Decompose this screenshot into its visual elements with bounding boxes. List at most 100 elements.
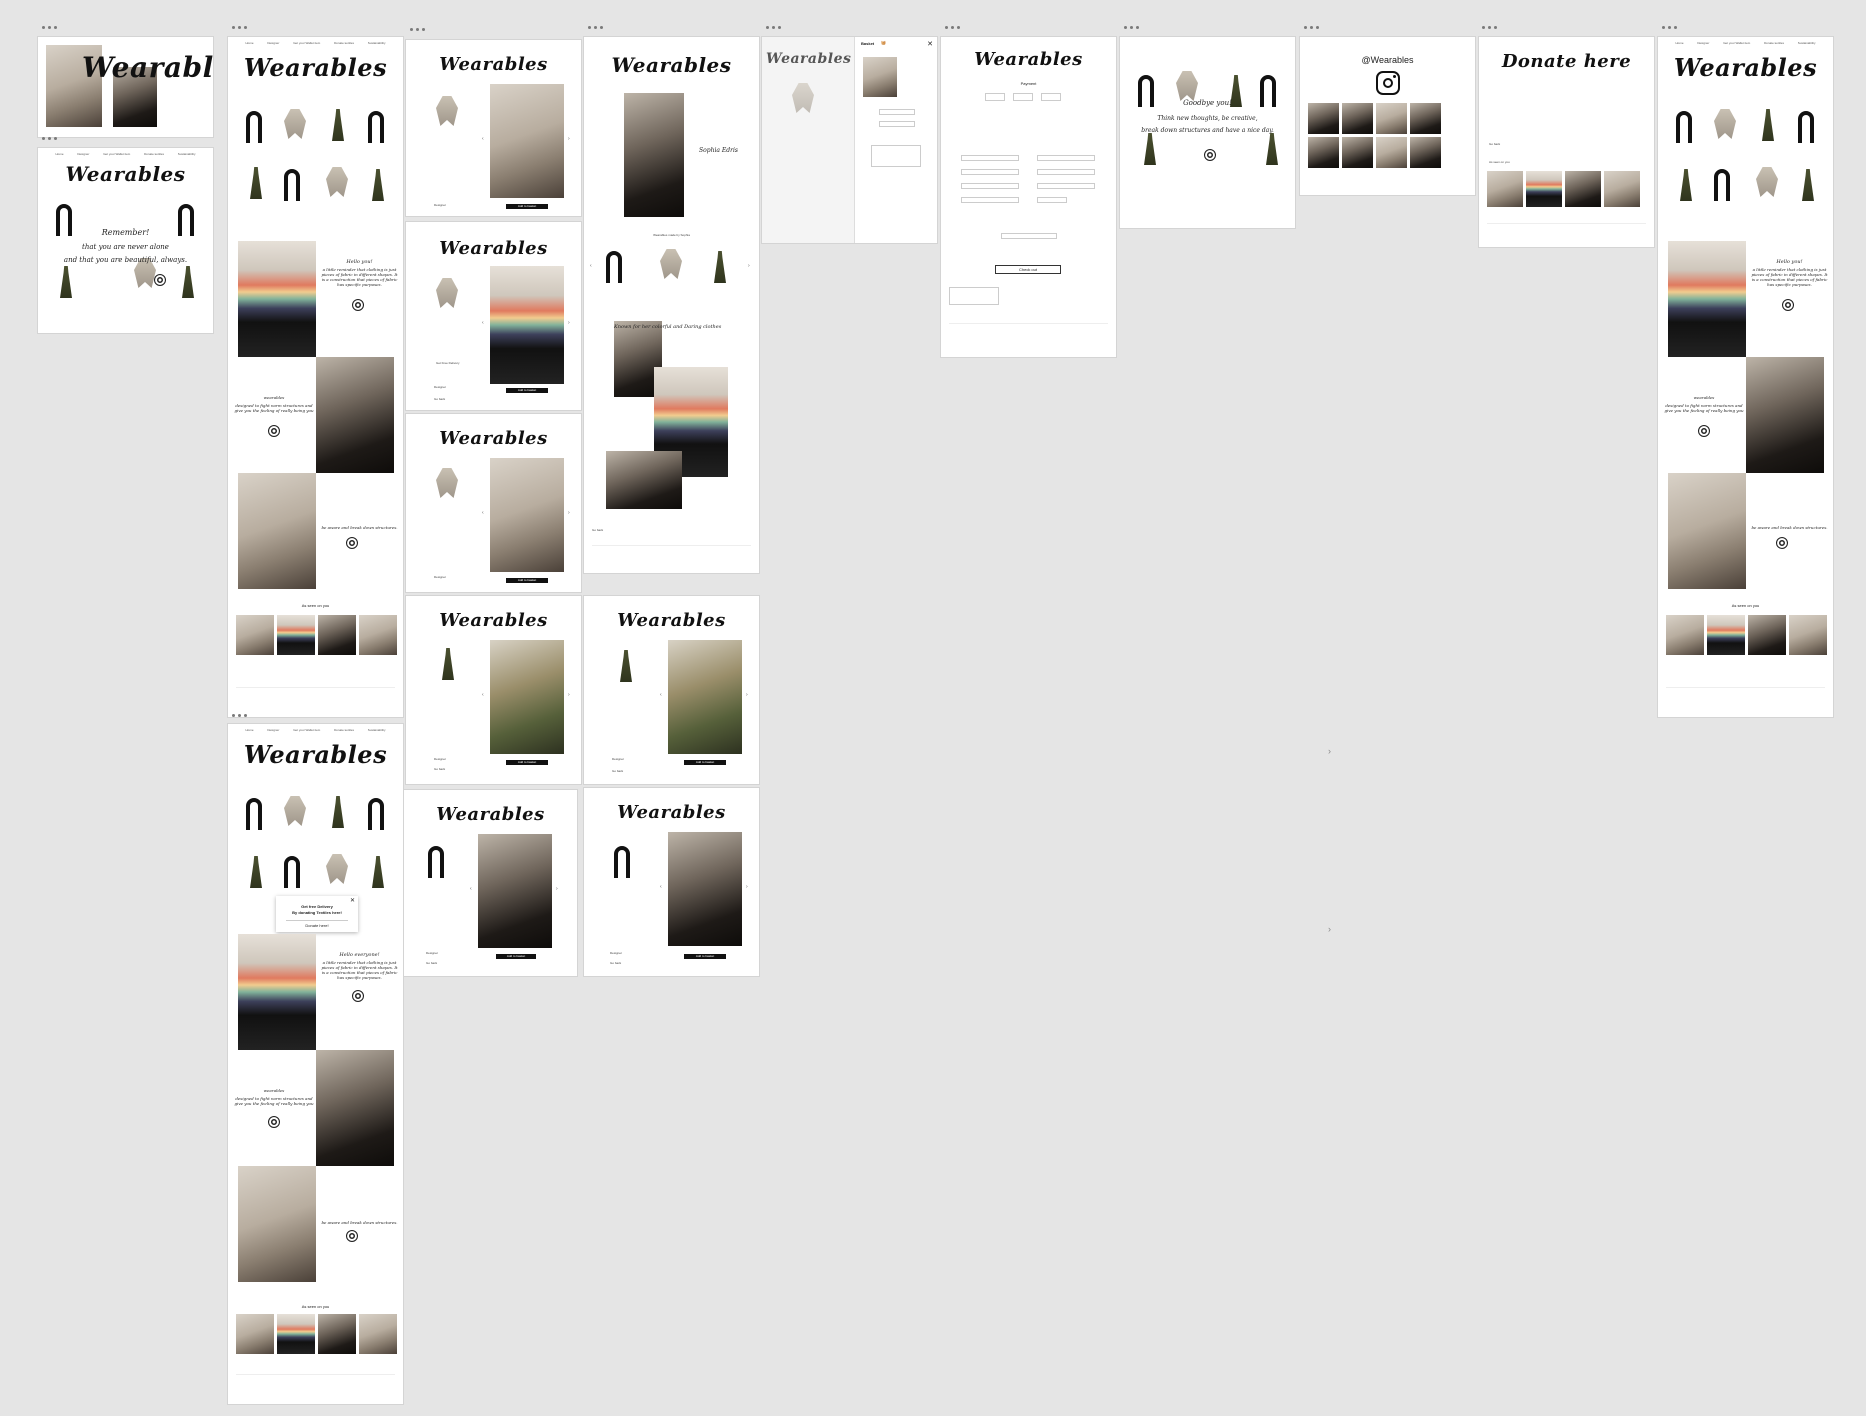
- garment-shawl[interactable]: [1714, 109, 1736, 139]
- arrow-left-icon[interactable]: ‹: [482, 320, 484, 326]
- nav-donate[interactable]: Donate textiles: [1764, 41, 1784, 45]
- seen-thumb[interactable]: [359, 615, 397, 655]
- arrow-right-icon[interactable]: ›: [746, 884, 748, 890]
- seen-thumb[interactable]: [236, 615, 274, 655]
- insta-post[interactable]: [1308, 103, 1339, 134]
- frame-product-7[interactable]: Wearables ‹ › Add to basket Designer Go …: [584, 788, 759, 976]
- nav-home[interactable]: Home: [56, 152, 64, 156]
- seen-thumb[interactable]: [277, 615, 315, 655]
- frame-home[interactable]: Home Designer Get your Wallet item Donat…: [228, 37, 403, 717]
- payment-option-swish[interactable]: [1013, 93, 1033, 101]
- insta-post[interactable]: [1342, 103, 1373, 134]
- frame-home-final[interactable]: Home Designer Get your Wallet item Donat…: [1658, 37, 1833, 717]
- product-designer-link[interactable]: Designer: [434, 575, 446, 580]
- checkout-field[interactable]: [1037, 169, 1095, 175]
- go-back-link[interactable]: Go back: [612, 769, 623, 774]
- seen-thumb[interactable]: [1487, 171, 1523, 207]
- nav-sustainability[interactable]: Sustainability: [368, 41, 386, 45]
- nav-donate[interactable]: Donate textiles: [334, 41, 354, 45]
- arrow-right-icon[interactable]: ›: [748, 263, 750, 269]
- insta-post[interactable]: [1376, 103, 1407, 134]
- basket-remove[interactable]: [879, 121, 915, 127]
- arrow-right-icon[interactable]: ›: [568, 692, 570, 698]
- checkout-field[interactable]: [1037, 155, 1095, 161]
- close-icon[interactable]: ✕: [350, 897, 355, 904]
- frame-product-5[interactable]: Wearables ‹ › Add to basket Designer Go …: [404, 790, 577, 976]
- frame-product-1[interactable]: Wearables ‹ › Add to basket Designer: [406, 40, 581, 216]
- frame-product-6[interactable]: Wearables ‹ › Add to basket Designer Go …: [584, 596, 759, 784]
- product-designer-link[interactable]: Designer: [434, 203, 446, 208]
- add-to-basket-button[interactable]: Add to basket: [496, 954, 536, 959]
- arrow-right-icon[interactable]: ›: [568, 510, 570, 516]
- garment-dress[interactable]: [372, 169, 384, 201]
- arrow-right-icon[interactable]: ›: [568, 136, 570, 142]
- go-back-link[interactable]: Go back: [592, 528, 603, 533]
- nav-home[interactable]: Home: [246, 41, 254, 45]
- add-to-basket-button[interactable]: Add to basket: [506, 388, 548, 393]
- seen-thumb[interactable]: [318, 1314, 356, 1354]
- checkout-field[interactable]: [1037, 197, 1067, 203]
- nav-designer[interactable]: Designer: [267, 41, 279, 45]
- frame-instagram[interactable]: @Wearables: [1300, 37, 1475, 195]
- seen-thumb[interactable]: [277, 1314, 315, 1354]
- insta-post[interactable]: [1410, 137, 1441, 168]
- nav-home[interactable]: Home: [246, 728, 254, 732]
- basket-quantity[interactable]: [879, 109, 915, 115]
- go-back-link[interactable]: Go back: [426, 961, 437, 966]
- payment-option-klarna[interactable]: [1041, 93, 1061, 101]
- insta-post[interactable]: [1342, 137, 1373, 168]
- checkout-button[interactable]: Check out: [995, 265, 1061, 274]
- frame-product-3[interactable]: Wearables ‹ › Add to basket Designer: [406, 414, 581, 592]
- checkout-field[interactable]: [1037, 183, 1095, 189]
- garment-scarf[interactable]: [1714, 169, 1730, 201]
- payment-option-card[interactable]: [985, 93, 1005, 101]
- product-designer-link[interactable]: Designer: [612, 757, 624, 762]
- arrow-right-icon[interactable]: ›: [746, 692, 748, 698]
- nav-sustainability[interactable]: Sustainability: [1798, 41, 1816, 45]
- close-icon[interactable]: ✕: [927, 40, 933, 48]
- garment-shawl[interactable]: [284, 109, 306, 139]
- add-to-basket-button[interactable]: Add to basket: [684, 760, 726, 765]
- seen-thumb[interactable]: [359, 1314, 397, 1354]
- insta-post[interactable]: [1308, 137, 1339, 168]
- go-back-link[interactable]: Go back: [610, 961, 621, 966]
- garment-scarf[interactable]: [1798, 111, 1814, 143]
- nav-wallet[interactable]: Get your Wallet item: [293, 41, 320, 45]
- checkout-field[interactable]: [961, 169, 1019, 175]
- frame-goodbye[interactable]: Goodbye you! Think new thoughts, be crea…: [1120, 37, 1295, 228]
- nav-donate[interactable]: Donate textiles: [144, 152, 164, 156]
- garment-dress[interactable]: [1680, 169, 1692, 201]
- garment-scarf[interactable]: [284, 856, 300, 888]
- seen-thumb[interactable]: [1604, 171, 1640, 207]
- frame-checkout[interactable]: Wearables Payment Check out: [941, 37, 1116, 357]
- checkout-select[interactable]: [1001, 233, 1057, 239]
- seen-thumb[interactable]: [1748, 615, 1786, 655]
- nav-sustainability[interactable]: Sustainability: [178, 152, 196, 156]
- garment-shawl[interactable]: [284, 796, 306, 826]
- arrow-left-icon[interactable]: ‹: [660, 884, 662, 890]
- arrow-left-icon[interactable]: ‹: [590, 263, 592, 269]
- garment-dress[interactable]: [332, 109, 344, 141]
- frame-basket[interactable]: Wearables Basket 🧺 ✕: [762, 37, 937, 243]
- instagram-icon[interactable]: [1376, 71, 1400, 95]
- nav-home[interactable]: Home: [1676, 41, 1684, 45]
- frame-product-2[interactable]: Wearables ‹ › Get Free Delivery Add to b…: [406, 222, 581, 410]
- frame-handle[interactable]: [42, 137, 62, 141]
- garment-dress[interactable]: [250, 167, 262, 199]
- add-to-basket-button[interactable]: Add to basket: [506, 578, 548, 583]
- nav-sustainability[interactable]: Sustainability: [368, 728, 386, 732]
- frame-home-popup[interactable]: Home Designer Get your Wallet item Donat…: [228, 724, 403, 1404]
- garment-scarf[interactable]: [1676, 111, 1692, 143]
- add-to-basket-button[interactable]: Add to basket: [684, 954, 726, 959]
- garment-shawl[interactable]: [1756, 167, 1778, 197]
- garment-scarf[interactable]: [246, 798, 262, 830]
- nav-donate[interactable]: Donate textiles: [334, 728, 354, 732]
- add-to-basket-button[interactable]: Add to basket: [506, 204, 548, 209]
- nav-designer[interactable]: Designer: [1697, 41, 1709, 45]
- nav-designer[interactable]: Designer: [77, 152, 89, 156]
- garment-dress[interactable]: [1802, 169, 1814, 201]
- insta-post[interactable]: [1410, 103, 1441, 134]
- go-back-link[interactable]: Go back: [434, 397, 445, 402]
- frame-designer[interactable]: Wearables Sophia Edris Wearables made by…: [584, 37, 759, 573]
- frame-handle[interactable]: [42, 26, 62, 30]
